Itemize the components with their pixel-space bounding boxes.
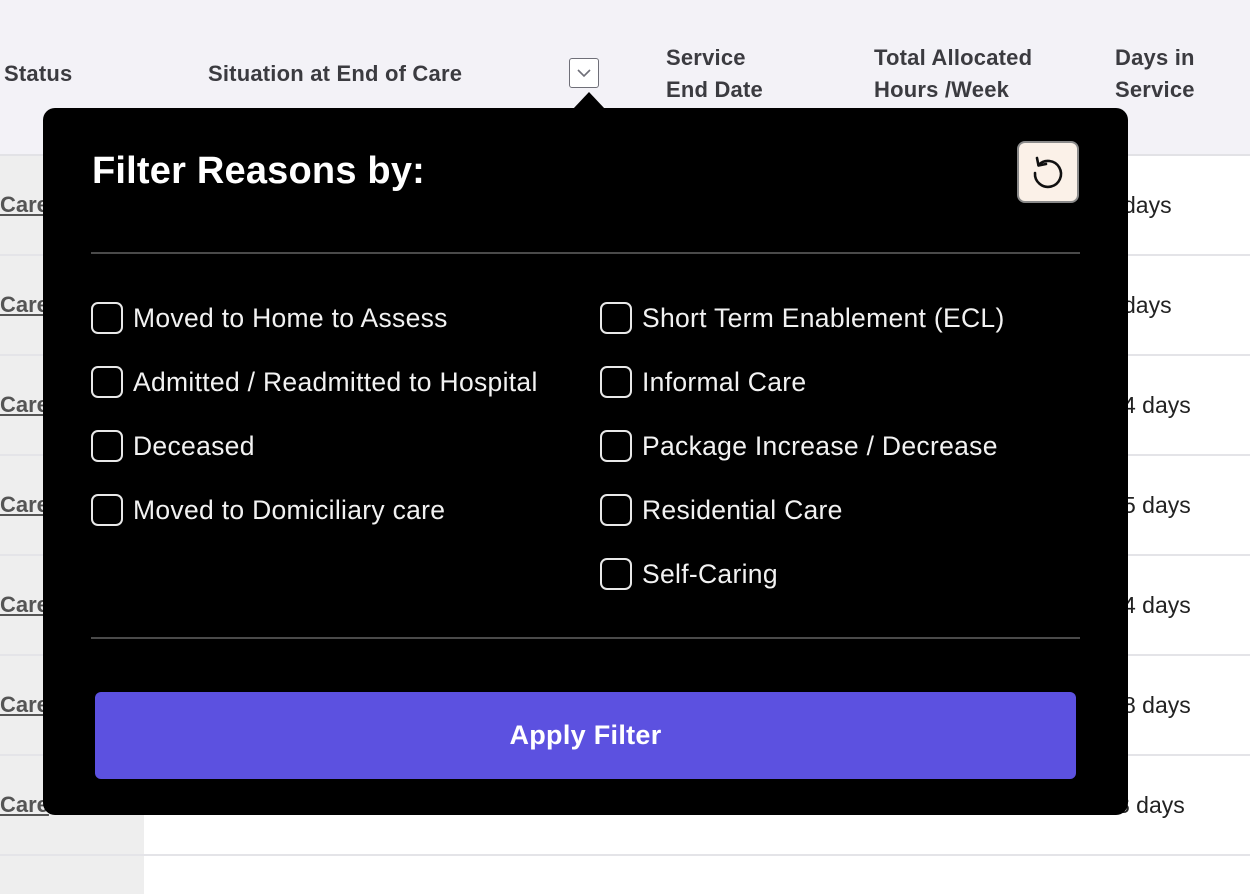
checkbox[interactable] <box>91 302 123 334</box>
checkbox[interactable] <box>600 494 632 526</box>
checkbox[interactable] <box>600 302 632 334</box>
header-status[interactable]: Status <box>4 58 72 90</box>
header-days-line2: Service <box>1115 77 1195 102</box>
chevron-down-icon <box>577 69 591 78</box>
status-link[interactable]: Care <box>0 292 49 318</box>
reset-icon <box>1033 156 1063 189</box>
popover-caret <box>573 92 605 109</box>
option-informal-care[interactable]: Informal Care <box>600 364 806 400</box>
status-link[interactable]: Care <box>0 692 49 718</box>
status-link[interactable]: Care <box>0 592 49 618</box>
option-short-term-enablement[interactable]: Short Term Enablement (ECL) <box>600 300 1005 336</box>
header-total-hours[interactable]: Total Allocated Hours /Week <box>874 42 1074 106</box>
option-residential-care[interactable]: Residential Care <box>600 492 843 528</box>
option-label: Informal Care <box>642 366 807 397</box>
option-label: Moved to Home to Assess <box>133 302 448 333</box>
checkbox[interactable] <box>91 430 123 462</box>
option-moved-to-home-to-assess[interactable]: Moved to Home to Assess <box>91 300 448 336</box>
status-link[interactable]: Care <box>0 192 49 218</box>
reset-filter-button[interactable] <box>1017 141 1079 203</box>
divider <box>91 637 1080 639</box>
apply-filter-button[interactable]: Apply Filter <box>95 692 1076 779</box>
checkbox[interactable] <box>600 430 632 462</box>
header-situation[interactable]: Situation at End of Care <box>208 58 462 90</box>
option-package-increase-decrease[interactable]: Package Increase / Decrease <box>600 428 998 464</box>
status-link[interactable]: Care <box>0 792 49 818</box>
option-label: Moved to Domiciliary care <box>133 494 446 525</box>
option-admitted-readmitted-to-hospital[interactable]: Admitted / Readmitted to Hospital <box>91 364 538 400</box>
days-in-service-cell: days <box>1123 192 1172 218</box>
header-service-end-date[interactable]: Service End Date <box>666 42 826 106</box>
header-hours-line2: Hours /Week <box>874 77 1010 102</box>
days-in-service-cell: 4 days <box>1123 592 1191 618</box>
checkbox[interactable] <box>91 494 123 526</box>
status-link[interactable]: Care <box>0 392 49 418</box>
option-label: Deceased <box>133 430 255 461</box>
filter-popover: Filter Reasons by: Moved to Home to Asse… <box>43 92 1128 815</box>
days-in-service-cell: 4 days <box>1123 392 1191 418</box>
divider <box>91 252 1080 254</box>
header-service-line2: End Date <box>666 77 763 102</box>
header-service-line1: Service <box>666 45 746 70</box>
days-in-service-cell: 8 days <box>1123 692 1191 718</box>
checkbox[interactable] <box>600 366 632 398</box>
header-days-in-service[interactable]: Days in Service <box>1115 42 1245 106</box>
option-label: Self-Caring <box>642 558 778 589</box>
filter-title: Filter Reasons by: <box>92 150 426 192</box>
status-link[interactable]: Care <box>0 492 49 518</box>
option-deceased[interactable]: Deceased <box>91 428 255 464</box>
checkbox[interactable] <box>91 366 123 398</box>
header-hours-line1: Total Allocated <box>874 45 1033 70</box>
situation-filter-toggle[interactable] <box>569 58 599 88</box>
checkbox[interactable] <box>600 558 632 590</box>
option-self-caring[interactable]: Self-Caring <box>600 556 778 592</box>
option-label: Residential Care <box>642 494 843 525</box>
option-label: Short Term Enablement (ECL) <box>642 302 1005 333</box>
days-in-service-cell: days <box>1123 292 1172 318</box>
header-days-line1: Days in <box>1115 45 1195 70</box>
option-label: Package Increase / Decrease <box>642 430 998 461</box>
option-label: Admitted / Readmitted to Hospital <box>133 366 538 397</box>
option-moved-to-domiciliary-care[interactable]: Moved to Domiciliary care <box>91 492 445 528</box>
days-in-service-cell: 5 days <box>1123 492 1191 518</box>
